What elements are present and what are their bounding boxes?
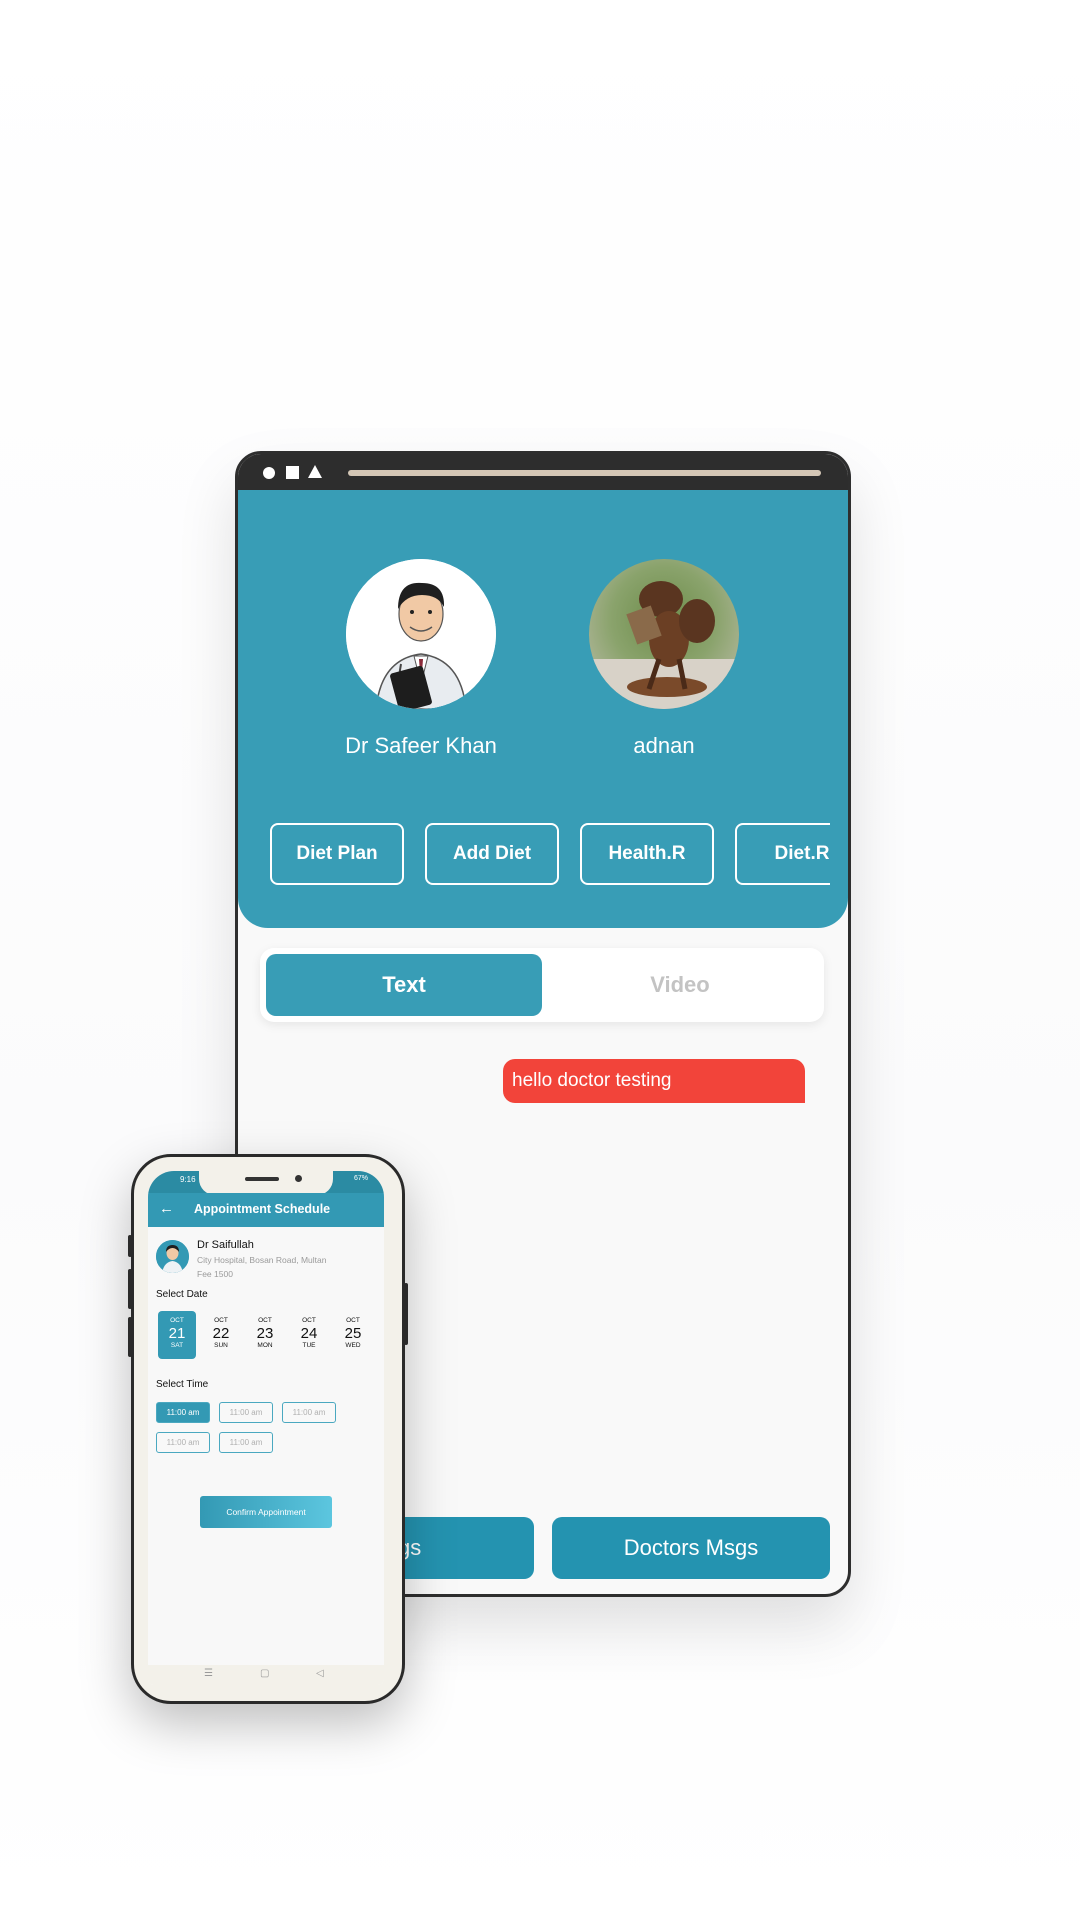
app-bar: ← Appointment Schedule [148, 1193, 384, 1227]
squirrel-figure-icon [589, 581, 739, 709]
phone-screen: 9:16 67% ← Appointment Schedule Dr Saifu… [148, 1171, 384, 1685]
add-diet-button[interactable]: Add Diet [425, 823, 559, 885]
date-weekday: MON [257, 1342, 273, 1349]
phone-power-button [404, 1283, 408, 1345]
phone-frame: 9:16 67% ← Appointment Schedule Dr Saifu… [128, 1154, 408, 1704]
triangle-icon [308, 465, 322, 478]
speaker-icon [245, 1177, 279, 1181]
date-weekday: TUE [302, 1342, 316, 1349]
time-slot[interactable]: 11:00 am [219, 1432, 273, 1453]
doctor-fee: Fee 1500 [197, 1269, 233, 1279]
status-progress-bar [348, 470, 821, 476]
tab-video[interactable]: Video [542, 954, 818, 1016]
page-title: Appointment Schedule [194, 1202, 331, 1216]
time-slot[interactable]: 11:00 am [219, 1402, 273, 1423]
date-option[interactable]: OCT 24 TUE [290, 1311, 328, 1359]
date-day: 21 [168, 1325, 186, 1342]
diet-plan-button[interactable]: Diet Plan [270, 823, 404, 885]
time-slot[interactable]: 11:00 am [156, 1432, 210, 1453]
date-weekday: WED [345, 1342, 361, 1349]
back-icon[interactable]: ◁ [316, 1668, 324, 1679]
phone-volume-down [128, 1317, 132, 1357]
date-month: OCT [302, 1317, 316, 1324]
action-chips-row[interactable]: Diet Plan Add Diet Health.R Diet.R [270, 823, 830, 891]
doctor-name: Dr Saifullah [197, 1239, 254, 1251]
select-time-label: Select Time [156, 1379, 209, 1390]
user-name: adnan [633, 733, 695, 758]
doctor-avatar[interactable] [346, 559, 496, 709]
doctor-name: Dr Safeer Khan [345, 733, 497, 758]
select-date-label: Select Date [156, 1289, 208, 1300]
profile-header: Dr Safeer Khan adnan Diet Plan Add Diet … [238, 490, 848, 928]
date-day: 25 [344, 1325, 362, 1342]
confirm-appointment-button[interactable]: Confirm Appointment [200, 1496, 332, 1528]
doctor-address: City Hospital, Bosan Road, Multan [197, 1255, 327, 1265]
phone-nav-bar: ☰ ▢ ◁ [148, 1665, 384, 1685]
diet-report-button[interactable]: Diet.R [735, 823, 830, 885]
time-slot[interactable]: 11:00 am [156, 1402, 210, 1423]
menu-icon[interactable]: ☰ [204, 1668, 213, 1679]
date-option[interactable]: OCT 22 SUN [202, 1311, 240, 1359]
camera-icon [295, 1175, 302, 1182]
date-month: OCT [346, 1317, 360, 1324]
status-battery: 67% [353, 1175, 368, 1182]
doctor-illustration-icon [156, 1240, 189, 1273]
message-type-toggle: Text Video [260, 948, 824, 1022]
date-day: 24 [300, 1325, 318, 1342]
circle-icon [263, 467, 275, 479]
phone-volume-up [128, 1269, 132, 1309]
doctors-msgs-button[interactable]: Doctors Msgs [552, 1517, 830, 1579]
date-day: 22 [212, 1325, 230, 1342]
date-month: OCT [214, 1317, 228, 1324]
date-weekday: SUN [214, 1342, 228, 1349]
date-option[interactable]: OCT 25 WED [334, 1311, 372, 1359]
chat-message-bubble: hello doctor testing [503, 1059, 805, 1103]
date-option[interactable]: OCT 21 SAT [158, 1311, 196, 1359]
tablet-status-bar [238, 454, 848, 490]
square-icon [286, 466, 299, 479]
tab-text[interactable]: Text [266, 954, 542, 1016]
arrow-left-icon[interactable]: ← [159, 1200, 174, 1217]
date-month: OCT [258, 1317, 272, 1324]
date-option[interactable]: OCT 23 MON [246, 1311, 284, 1359]
phone-side-button [128, 1235, 132, 1257]
date-month: OCT [170, 1317, 184, 1324]
phone-notch [199, 1171, 333, 1195]
home-icon[interactable]: ▢ [260, 1668, 269, 1679]
date-day: 23 [256, 1325, 274, 1342]
time-slot[interactable]: 11:00 am [282, 1402, 336, 1423]
doctor-illustration-icon [346, 559, 496, 709]
date-weekday: SAT [170, 1342, 184, 1349]
health-report-button[interactable]: Health.R [580, 823, 714, 885]
status-time: 9:16 [180, 1175, 196, 1184]
doctor-small-avatar [156, 1240, 189, 1273]
user-avatar[interactable] [589, 559, 739, 709]
